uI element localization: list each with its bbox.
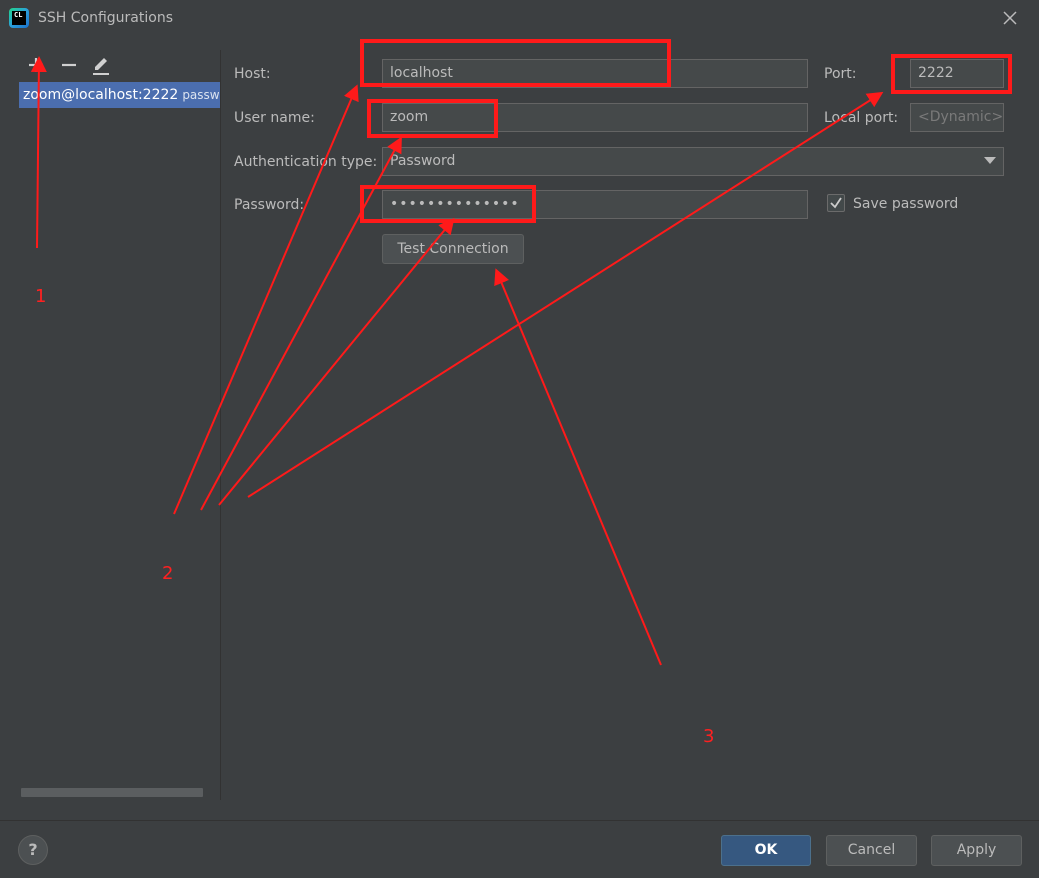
ok-button[interactable]: OK (721, 835, 811, 866)
port-label: Port: (824, 66, 857, 82)
checkmark-icon (830, 197, 842, 209)
chevron-down-icon (984, 157, 996, 164)
config-list: zoom@localhost:2222password (19, 82, 220, 797)
local-port-label: Local port: (824, 110, 899, 126)
password-input[interactable]: •••••••••••••• (382, 190, 808, 219)
divider (220, 50, 221, 800)
help-button[interactable]: ? (18, 835, 48, 865)
config-item-auth: password (182, 88, 220, 102)
auth-type-select[interactable]: Password (382, 147, 1004, 176)
close-button[interactable] (1000, 8, 1020, 28)
port-input[interactable]: 2222 (910, 59, 1004, 88)
annotation-arrow (494, 268, 662, 666)
auth-type-label: Authentication type: (234, 154, 378, 170)
host-input[interactable]: localhost (382, 59, 808, 88)
add-button[interactable] (25, 54, 47, 76)
close-icon (1003, 11, 1017, 25)
test-connection-button[interactable]: Test Connection (382, 234, 524, 264)
edit-button[interactable] (90, 54, 112, 76)
minus-icon (62, 63, 76, 67)
user-name-input[interactable]: zoom (382, 103, 808, 132)
apply-button[interactable]: Apply (931, 835, 1022, 866)
save-password-label[interactable]: Save password (853, 196, 958, 212)
password-label: Password: (234, 197, 305, 213)
config-item-label: zoom@localhost:2222 (23, 87, 179, 103)
cancel-button[interactable]: Cancel (826, 835, 917, 866)
local-port-input[interactable]: <Dynamic> (910, 103, 1004, 132)
app-icon-text: CL (12, 11, 26, 25)
horizontal-scrollbar[interactable] (21, 788, 203, 797)
divider (0, 820, 1039, 821)
list-item[interactable]: zoom@localhost:2222password (19, 82, 220, 108)
plus-icon (29, 58, 43, 72)
annotation-label-3: 3 (703, 726, 714, 747)
clion-icon: CL (9, 8, 29, 28)
pencil-icon (93, 58, 109, 75)
annotation-arrow (200, 136, 402, 511)
host-label: Host: (234, 66, 271, 82)
remove-button[interactable] (58, 54, 80, 76)
user-name-label: User name: (234, 110, 315, 126)
window-title: SSH Configurations (38, 10, 173, 26)
save-password-checkbox[interactable] (827, 194, 845, 212)
title-bar: CL SSH Configurations (0, 0, 1039, 40)
